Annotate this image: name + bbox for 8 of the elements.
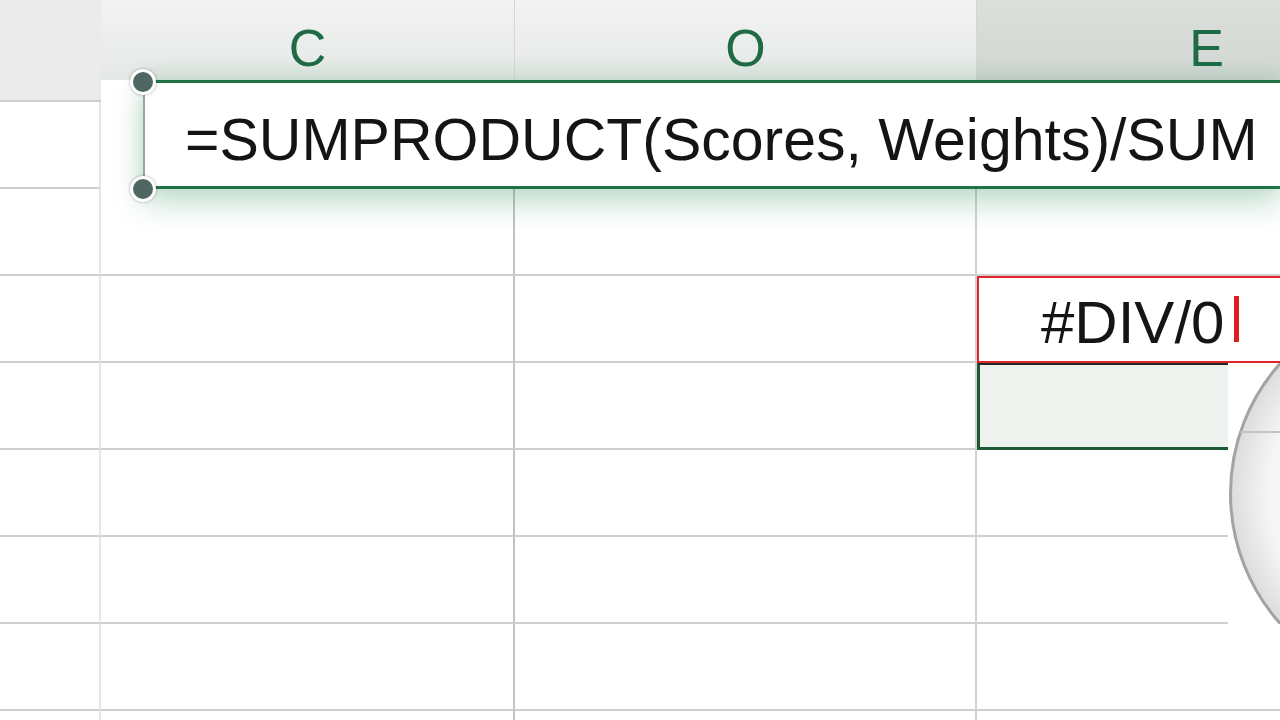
table-cell[interactable]: #DIV/0 bbox=[977, 276, 1280, 363]
column-header[interactable]: C bbox=[101, 0, 515, 80]
column-header[interactable]: E bbox=[977, 0, 1280, 80]
table-cell[interactable] bbox=[977, 363, 1228, 450]
formula-field[interactable]: =SUMPRODUCT(Scores, Weights)/SUM bbox=[143, 80, 1280, 189]
column-header[interactable]: O bbox=[515, 0, 977, 80]
value-text: #DIV/0 bbox=[1041, 292, 1225, 353]
corner-cell[interactable] bbox=[0, 0, 101, 102]
